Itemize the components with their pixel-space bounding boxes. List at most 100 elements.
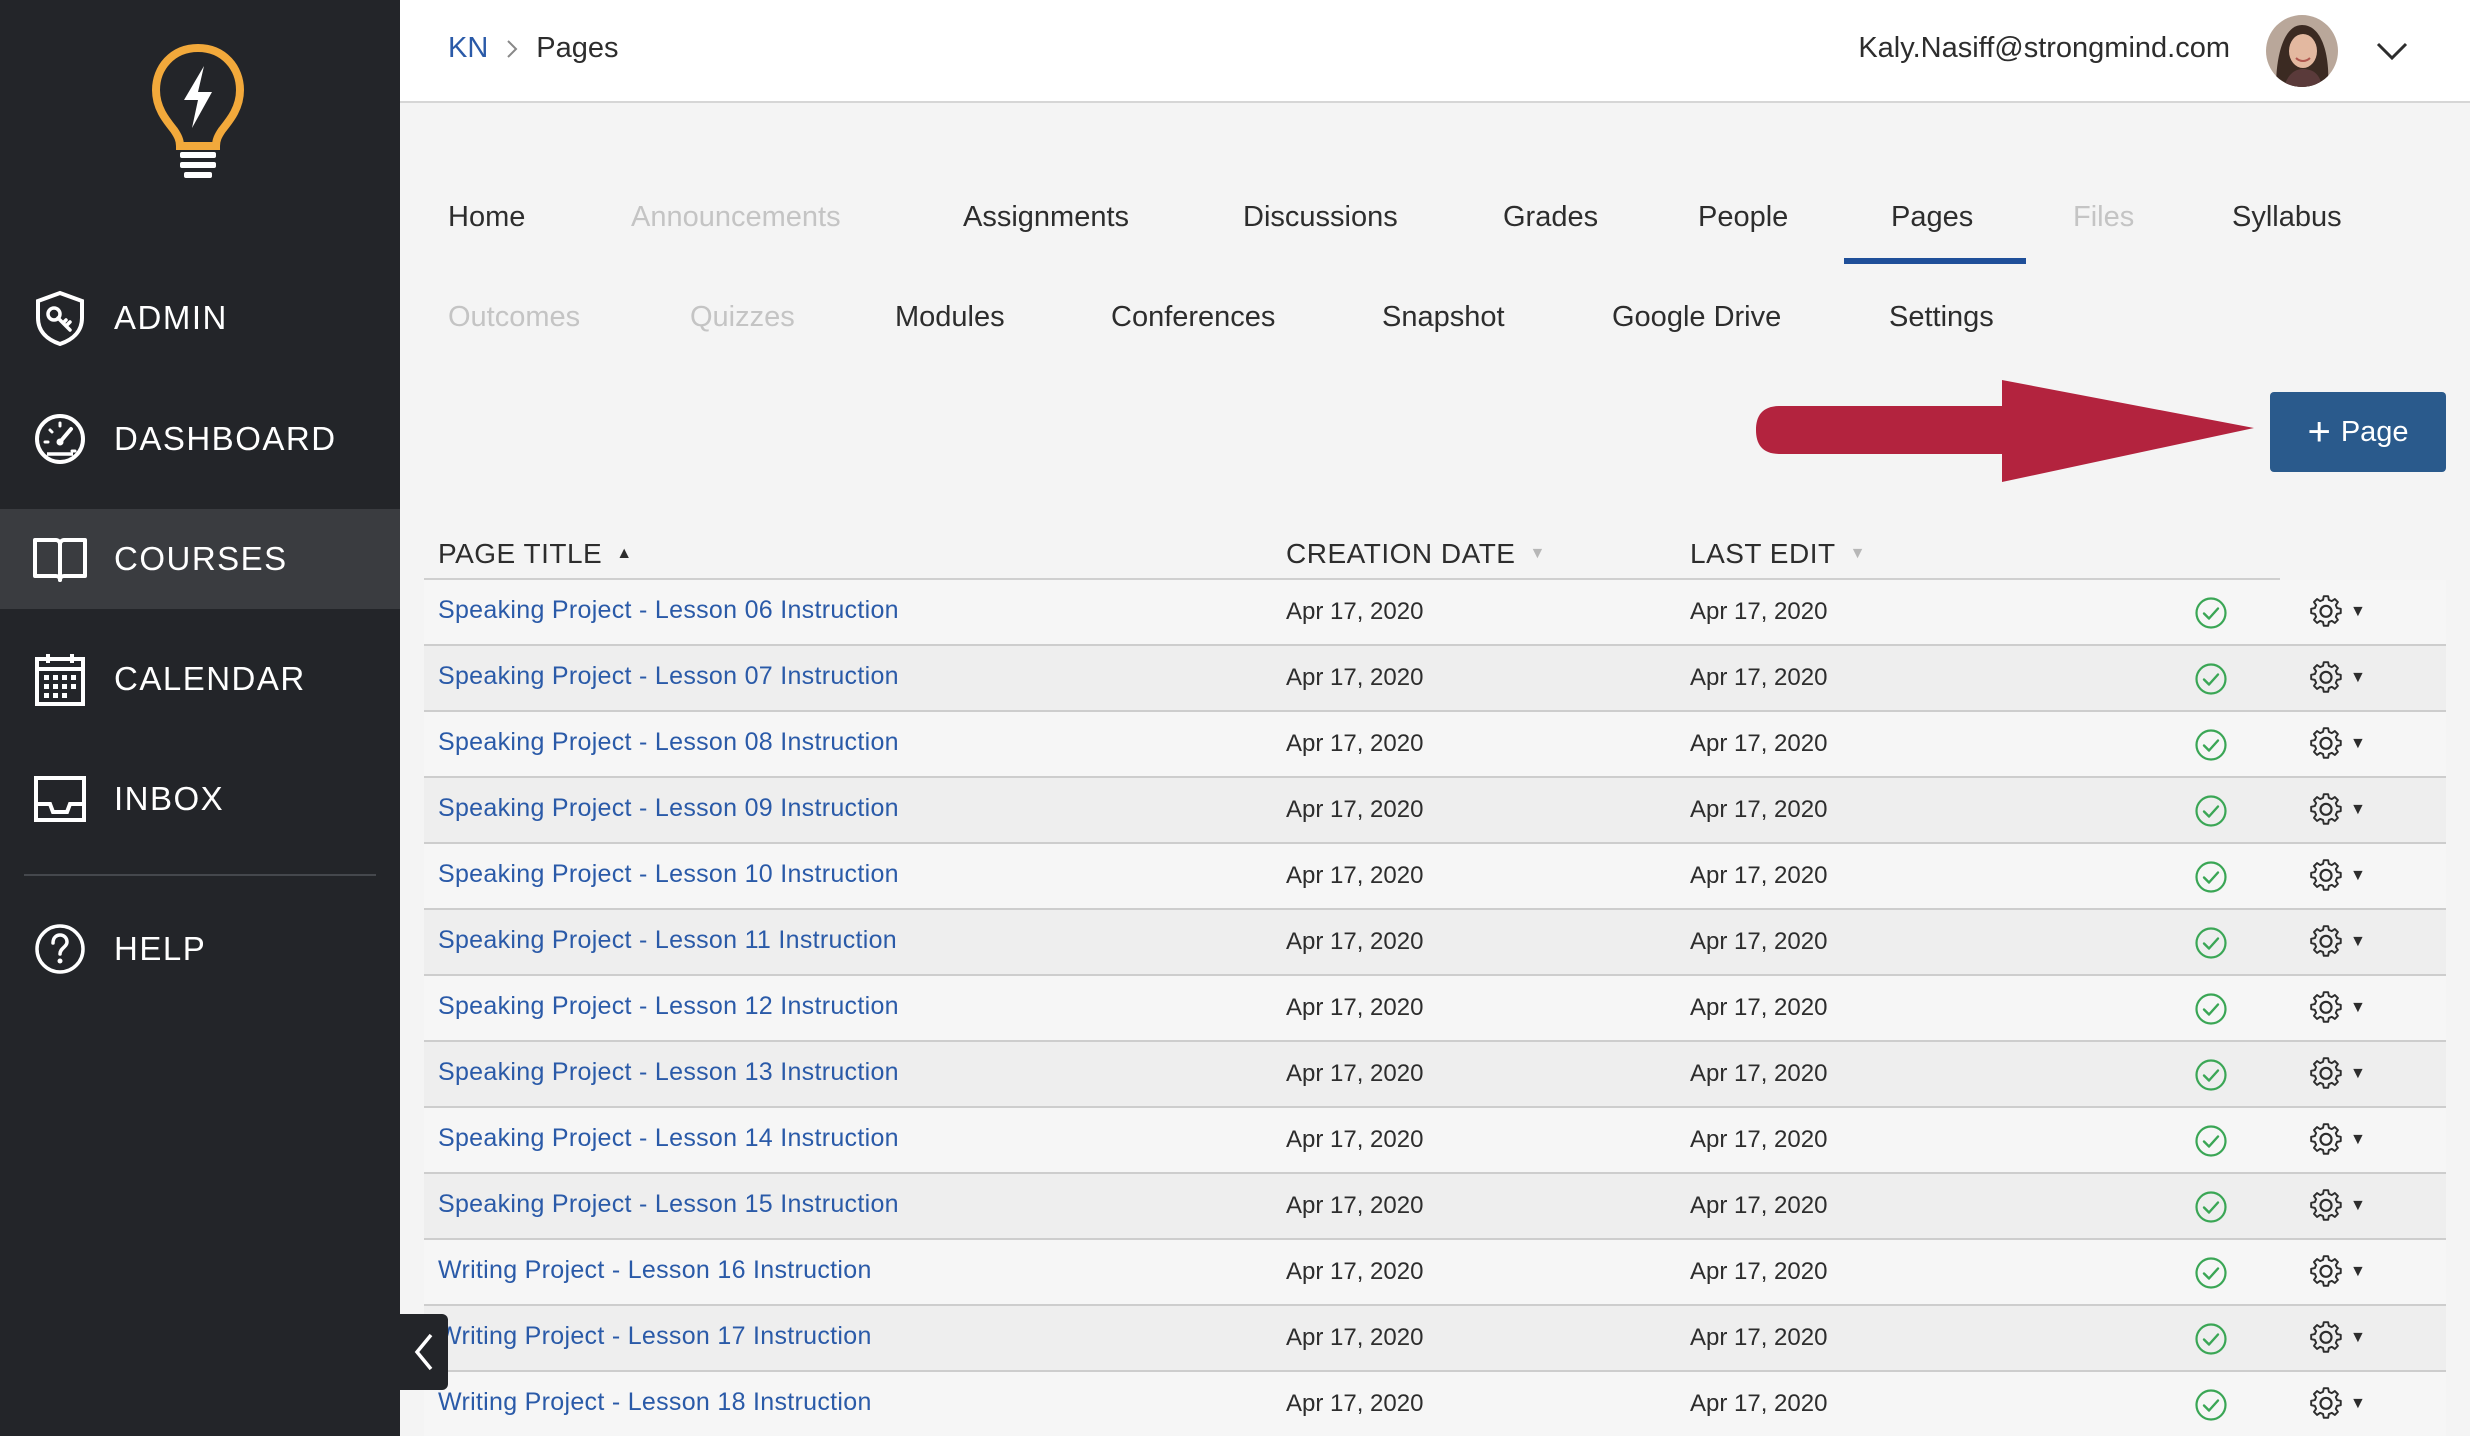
page-title-link[interactable]: Speaking Project - Lesson 09 Instruction (438, 794, 899, 823)
nav-label: HELP (114, 930, 207, 967)
tab-google-drive[interactable]: Google Drive (1612, 301, 1781, 334)
published-check-icon[interactable] (2194, 794, 2228, 828)
caret-down-icon: ▼ (2350, 1263, 2366, 1280)
tab-assignments[interactable]: Assignments (963, 201, 1129, 234)
inbox-tray-icon (32, 771, 88, 827)
last-edit-date: Apr 17, 2020 (1690, 796, 1828, 823)
page-title-link[interactable]: Writing Project - Lesson 18 Instruction (438, 1388, 872, 1417)
nav-item-admin[interactable]: ADMIN (0, 268, 400, 368)
row-settings-menu[interactable]: ▼ (2308, 1254, 2366, 1290)
breadcrumb-course-link[interactable]: KN (448, 32, 488, 65)
tab-quizzes[interactable]: Quizzes (690, 301, 795, 334)
nav-item-courses[interactable]: COURSES (0, 509, 400, 609)
caret-down-icon: ▼ (2350, 867, 2366, 884)
row-settings-menu[interactable]: ▼ (2308, 1188, 2366, 1224)
add-page-button[interactable]: + Page (2270, 392, 2446, 472)
row-settings-menu[interactable]: ▼ (2308, 990, 2366, 1026)
breadcrumb-current: Pages (536, 32, 619, 64)
caret-down-icon: ▼ (2350, 1197, 2366, 1214)
tab-pages[interactable]: Pages (1891, 201, 1973, 234)
sort-descending-icon: ▼ (1529, 545, 1546, 562)
tab-conferences[interactable]: Conferences (1111, 301, 1275, 334)
published-check-icon[interactable] (2194, 992, 2228, 1026)
published-check-icon[interactable] (2194, 662, 2228, 696)
tab-outcomes[interactable]: Outcomes (448, 301, 580, 334)
creation-date: Apr 17, 2020 (1286, 994, 1424, 1021)
user-email: Kaly.Nasiff@strongmind.com (1858, 32, 2230, 64)
avatar[interactable] (2266, 15, 2338, 87)
column-header-page-title[interactable]: PAGE TITLE ▲ (438, 538, 633, 570)
tab-modules[interactable]: Modules (895, 301, 1005, 334)
chevron-down-icon[interactable] (2374, 36, 2410, 66)
page-title-link[interactable]: Speaking Project - Lesson 15 Instruction (438, 1190, 899, 1219)
page-title-link[interactable]: Speaking Project - Lesson 14 Instruction (438, 1124, 899, 1153)
published-check-icon[interactable] (2194, 728, 2228, 762)
page-title-link[interactable]: Speaking Project - Lesson 13 Instruction (438, 1058, 899, 1087)
creation-date: Apr 17, 2020 (1286, 796, 1424, 823)
published-check-icon[interactable] (2194, 1322, 2228, 1356)
tab-settings[interactable]: Settings (1889, 301, 1994, 334)
table-row: Writing Project - Lesson 17 Instruction … (424, 1306, 2446, 1372)
page-title-link[interactable]: Speaking Project - Lesson 11 Instruction (438, 926, 897, 955)
last-edit-date: Apr 17, 2020 (1690, 1258, 1828, 1285)
caret-down-icon: ▼ (2350, 669, 2366, 686)
column-header-creation-date[interactable]: CREATION DATE ▼ (1286, 538, 1546, 570)
page-title-link[interactable]: Speaking Project - Lesson 10 Instruction (438, 860, 899, 889)
nav-item-dashboard[interactable]: DASHBOARD (0, 389, 400, 489)
tab-snapshot[interactable]: Snapshot (1382, 301, 1505, 334)
nav-item-inbox[interactable]: INBOX (0, 749, 400, 849)
tab-home[interactable]: Home (448, 201, 525, 234)
published-check-icon[interactable] (2194, 1058, 2228, 1092)
gear-icon (2310, 1189, 2342, 1221)
row-settings-menu[interactable]: ▼ (2308, 660, 2366, 696)
active-tab-indicator (1844, 258, 2026, 264)
table-row: Speaking Project - Lesson 10 Instruction… (424, 844, 2446, 910)
published-check-icon[interactable] (2194, 926, 2228, 960)
row-settings-menu[interactable]: ▼ (2308, 1386, 2366, 1422)
page-title-link[interactable]: Writing Project - Lesson 16 Instruction (438, 1256, 872, 1285)
creation-date: Apr 17, 2020 (1286, 1324, 1424, 1351)
breadcrumb: KN Pages (448, 32, 619, 65)
gear-icon (2310, 1057, 2342, 1089)
nav-item-help[interactable]: HELP (0, 899, 400, 999)
tab-syllabus[interactable]: Syllabus (2232, 201, 2342, 234)
table-row: Speaking Project - Lesson 15 Instruction… (424, 1174, 2446, 1240)
tab-discussions[interactable]: Discussions (1243, 201, 1398, 234)
page-title-link[interactable]: Speaking Project - Lesson 12 Instruction (438, 992, 899, 1021)
page-title-link[interactable]: Speaking Project - Lesson 06 Instruction (438, 596, 899, 625)
lightbulb-logo-icon[interactable] (150, 40, 246, 180)
last-edit-date: Apr 17, 2020 (1690, 928, 1828, 955)
published-check-icon[interactable] (2194, 596, 2228, 630)
caret-down-icon: ▼ (2350, 603, 2366, 620)
last-edit-date: Apr 17, 2020 (1690, 1324, 1828, 1351)
row-settings-menu[interactable]: ▼ (2308, 858, 2366, 894)
sidebar-divider (24, 874, 376, 876)
tab-people[interactable]: People (1698, 201, 1788, 234)
row-settings-menu[interactable]: ▼ (2308, 924, 2366, 960)
row-settings-menu[interactable]: ▼ (2308, 1122, 2366, 1158)
page-title-link[interactable]: Speaking Project - Lesson 08 Instruction (438, 728, 899, 757)
row-settings-menu[interactable]: ▼ (2308, 1056, 2366, 1092)
nav-label: INBOX (114, 780, 225, 817)
column-header-last-edit[interactable]: LAST EDIT ▼ (1690, 538, 1866, 570)
collapse-sidebar-button[interactable] (400, 1314, 448, 1390)
tab-files[interactable]: Files (2073, 201, 2134, 234)
tab-grades[interactable]: Grades (1503, 201, 1598, 234)
nav-item-calendar[interactable]: CALENDAR (0, 629, 400, 729)
tab-announcements[interactable]: Announcements (631, 201, 841, 234)
row-settings-menu[interactable]: ▼ (2308, 1320, 2366, 1356)
published-check-icon[interactable] (2194, 860, 2228, 894)
page-title-link[interactable]: Writing Project - Lesson 17 Instruction (438, 1322, 872, 1351)
row-settings-menu[interactable]: ▼ (2308, 726, 2366, 762)
page-title-link[interactable]: Speaking Project - Lesson 07 Instruction (438, 662, 899, 691)
published-check-icon[interactable] (2194, 1190, 2228, 1224)
user-photo-icon (2266, 15, 2338, 87)
row-settings-menu[interactable]: ▼ (2308, 594, 2366, 630)
published-check-icon[interactable] (2194, 1124, 2228, 1158)
shield-key-icon (32, 290, 88, 346)
published-check-icon[interactable] (2194, 1388, 2228, 1422)
row-settings-menu[interactable]: ▼ (2308, 792, 2366, 828)
calendar-icon (32, 651, 88, 707)
gear-icon (2310, 727, 2342, 759)
published-check-icon[interactable] (2194, 1256, 2228, 1290)
